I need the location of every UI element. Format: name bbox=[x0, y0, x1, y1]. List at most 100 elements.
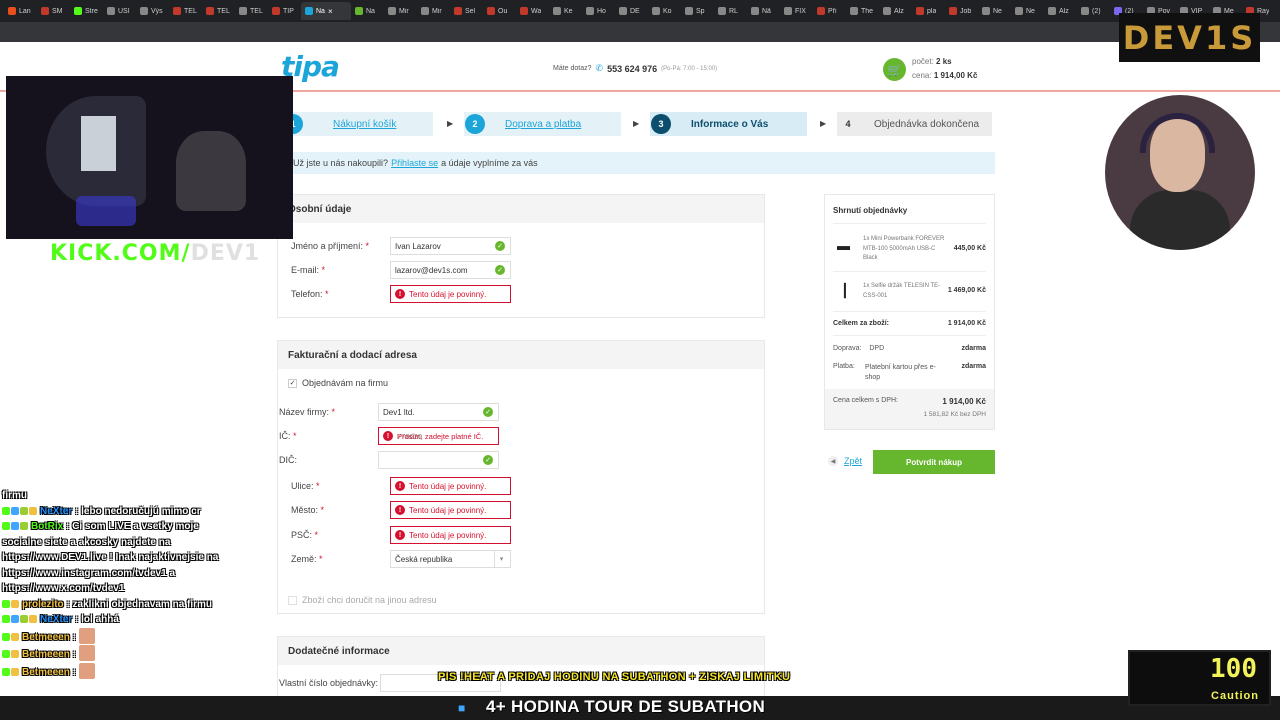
name-field[interactable]: Ivan Lazarov ✓ bbox=[390, 237, 511, 255]
browser-tab[interactable]: pla bbox=[912, 2, 945, 20]
tab-favicon-icon bbox=[206, 7, 214, 15]
tab-label: Nã bbox=[762, 7, 771, 15]
browser-tab[interactable]: Ne bbox=[1011, 2, 1044, 20]
city-field[interactable]: ! Tento údaj je povinný. bbox=[390, 501, 511, 519]
login-link[interactable]: Přihlaste se bbox=[391, 158, 438, 168]
company-field[interactable]: Dev1 ltd. ✓ bbox=[378, 403, 499, 421]
goods-total-row: Celkem za zboží: 1 914,00 Kč bbox=[833, 320, 986, 327]
company-checkbox[interactable]: ✓ Objednávám na firmu bbox=[288, 378, 388, 388]
browser-tab[interactable]: RL bbox=[714, 2, 747, 20]
streamer bbox=[176, 131, 246, 211]
browser-tab[interactable]: Alz bbox=[879, 2, 912, 20]
step-number: 3 bbox=[651, 114, 671, 134]
chat-username[interactable]: BotRix bbox=[31, 521, 63, 532]
confirm-purchase-button[interactable]: Potvrdit nákup bbox=[873, 450, 995, 474]
tab-favicon-icon bbox=[520, 7, 528, 15]
browser-tab[interactable]: TEL bbox=[235, 2, 268, 20]
badge-icon bbox=[11, 599, 19, 608]
step-label: Nákupní košík bbox=[333, 118, 397, 130]
summary-item[interactable]: ┃ 1x Selfie držák TELESIN TE-CSS-001 1 4… bbox=[825, 281, 994, 305]
summary-item[interactable]: ▬ 1x Mini Powerbank FOREVER MTB-100 5000… bbox=[825, 235, 994, 267]
tab-label: RL bbox=[729, 7, 738, 15]
tab-favicon-icon bbox=[173, 7, 181, 15]
phone-field[interactable]: ! Tento údaj je povinný. bbox=[390, 285, 511, 303]
chat-text: : bbox=[72, 649, 76, 660]
cart-icon[interactable]: 🛒 bbox=[883, 58, 906, 81]
dic-field[interactable]: ✓ bbox=[378, 451, 499, 469]
browser-tab[interactable]: Nã bbox=[747, 2, 780, 20]
browser-tab[interactable]: Výs bbox=[136, 2, 169, 20]
browser-tab[interactable]: Sel bbox=[450, 2, 483, 20]
chat-username[interactable]: Betmeeen bbox=[22, 649, 70, 660]
badge-icon bbox=[2, 667, 10, 676]
close-tab-icon[interactable]: × bbox=[328, 7, 333, 16]
browser-tab[interactable]: DE bbox=[615, 2, 648, 20]
browser-tab[interactable]: Ne bbox=[978, 2, 1011, 20]
browser-tab[interactable]: Na bbox=[351, 2, 384, 20]
tab-favicon-icon bbox=[140, 7, 148, 15]
payment-price: zdarma bbox=[961, 363, 986, 370]
tab-favicon-icon bbox=[817, 7, 825, 15]
divider bbox=[833, 335, 986, 336]
badge-icon bbox=[29, 506, 37, 515]
other-address-checkbox[interactable]: Zboží chci doručit na jinou adresu bbox=[288, 595, 437, 605]
cart-summary[interactable]: počet: 2 ks cena: 1 914,00 Kč bbox=[912, 55, 977, 83]
zip-field[interactable]: ! Tento údaj je povinný. bbox=[390, 526, 511, 544]
ico-field[interactable]: ! 778620 Prosím, zadejte platné IČ. bbox=[378, 427, 499, 445]
goods-total: 1 914,00 Kč bbox=[947, 320, 986, 327]
phone-number[interactable]: 553 624 976 bbox=[607, 64, 657, 74]
browser-tab[interactable]: Ou bbox=[483, 2, 516, 20]
summary-title: Shrnutí objednávky bbox=[833, 206, 908, 215]
step-cart[interactable]: 1 Nákupní košík bbox=[283, 112, 433, 136]
phone-row: Telefon: * ! Tento údaj je povinný. bbox=[278, 285, 766, 303]
email-field[interactable]: lazarov@dev1s.com ✓ bbox=[390, 261, 511, 279]
badge-icon bbox=[20, 522, 28, 530]
tab-favicon-icon bbox=[784, 7, 792, 15]
browser-tab[interactable]: TEL bbox=[202, 2, 235, 20]
chat-username[interactable]: Betmeeen bbox=[22, 632, 70, 643]
back-link[interactable]: ◀ Zpět bbox=[828, 456, 862, 466]
browser-tab[interactable]: Na × bbox=[301, 2, 351, 20]
chat-username[interactable]: Betmeeen bbox=[22, 667, 70, 678]
name-label: Jméno a příjmení: bbox=[291, 241, 364, 251]
browser-tab[interactable]: Lan bbox=[4, 2, 37, 20]
face-webcam bbox=[1105, 95, 1255, 250]
tab-label: Ne bbox=[1026, 7, 1035, 15]
country-select[interactable]: Česká republika ▾ bbox=[390, 550, 511, 568]
tab-label: Sel bbox=[465, 7, 476, 15]
browser-tab[interactable]: TEL bbox=[169, 2, 202, 20]
browser-tab[interactable]: (2) bbox=[1077, 2, 1110, 20]
shipping-method: DPD bbox=[869, 345, 885, 352]
tab-favicon-icon bbox=[850, 7, 858, 15]
badge-icon bbox=[11, 522, 19, 530]
browser-tab[interactable]: Ko bbox=[648, 2, 681, 20]
browser-tab[interactable]: Wa bbox=[516, 2, 549, 20]
error-icon: ! bbox=[395, 481, 405, 491]
browser-tab[interactable]: Sp bbox=[681, 2, 714, 20]
tab-label: Výs bbox=[151, 7, 163, 15]
browser-tab[interactable]: Ke bbox=[549, 2, 582, 20]
browser-tab[interactable]: Ho bbox=[582, 2, 615, 20]
browser-tab[interactable]: Mir bbox=[417, 2, 450, 20]
browser-tab[interactable]: TIP bbox=[268, 2, 301, 20]
step-number: 4 bbox=[845, 119, 851, 129]
street-field[interactable]: ! Tento údaj je povinný. bbox=[390, 477, 511, 495]
tab-label: Na bbox=[316, 7, 325, 15]
browser-tab[interactable]: FIX bbox=[780, 2, 813, 20]
step-shipping[interactable]: 2 Doprava a platba bbox=[464, 112, 621, 136]
chat-message: NeXter : lol ahhá bbox=[0, 612, 240, 628]
browser-tab[interactable]: Stre bbox=[70, 2, 103, 20]
chat-username[interactable]: prolezito bbox=[22, 599, 64, 610]
browser-tab[interactable]: Alz bbox=[1044, 2, 1077, 20]
item-name: 1x Selfie držák TELESIN TE-CSS-001 bbox=[863, 283, 941, 299]
browser-tab[interactable]: Mir bbox=[384, 2, 417, 20]
tab-label: TEL bbox=[250, 7, 263, 15]
browser-tab[interactable]: SM bbox=[37, 2, 70, 20]
browser-tab[interactable]: The bbox=[846, 2, 879, 20]
browser-tab[interactable]: Job bbox=[945, 2, 978, 20]
browser-tab[interactable]: USI bbox=[103, 2, 136, 20]
chat-message: NeXter : lebo nedoručujú mimo cr bbox=[0, 504, 240, 520]
browser-tab[interactable]: Při bbox=[813, 2, 846, 20]
chat-username[interactable]: NeXter bbox=[40, 506, 72, 517]
chat-username[interactable]: NeXter bbox=[40, 614, 72, 625]
